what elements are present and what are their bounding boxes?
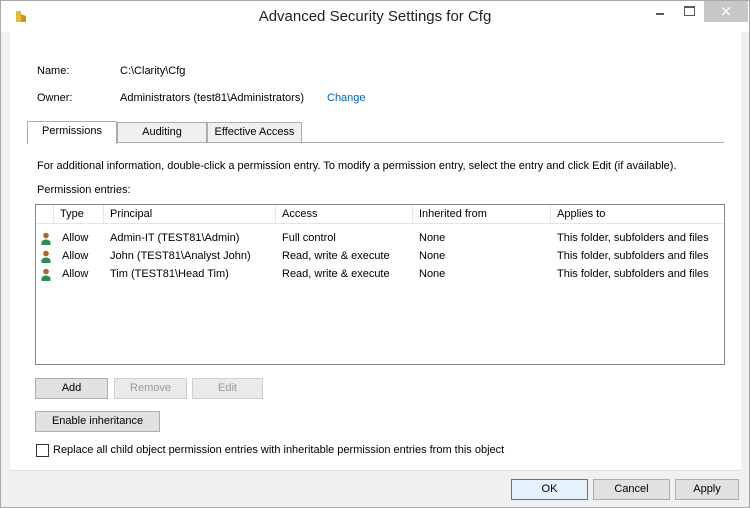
- cell-access: Read, write & execute: [282, 268, 390, 280]
- cell-applies-to: This folder, subfolders and files: [557, 268, 709, 280]
- column-principal[interactable]: Principal: [104, 205, 276, 224]
- user-icon: [41, 268, 51, 281]
- user-icon: [41, 232, 51, 245]
- name-label: Name:: [37, 65, 70, 77]
- tab-auditing[interactable]: Auditing: [117, 122, 207, 142]
- permission-entries-list[interactable]: Type Principal Access Inherited from App…: [35, 204, 725, 365]
- name-value: C:\Clarity\Cfg: [120, 65, 186, 77]
- table-row[interactable]: Allow Tim (TEST81\Head Tim) Read, write …: [36, 265, 724, 283]
- ok-button[interactable]: OK: [511, 479, 588, 500]
- replace-child-entries-checkbox[interactable]: [36, 444, 49, 457]
- cell-principal: Admin-IT (TEST81\Admin): [110, 232, 240, 244]
- column-icon: [36, 205, 54, 224]
- owner-label: Owner:: [37, 92, 73, 104]
- cell-type: Allow: [62, 232, 89, 244]
- column-inherited-from[interactable]: Inherited from: [413, 205, 551, 224]
- tab-permissions[interactable]: Permissions: [27, 121, 117, 144]
- cancel-button[interactable]: Cancel: [593, 479, 670, 500]
- cell-type: Allow: [62, 250, 89, 262]
- tab-effective-access[interactable]: Effective Access: [207, 122, 302, 142]
- owner-value: Administrators (test81\Administrators): [120, 92, 304, 104]
- table-row[interactable]: Allow John (TEST81\Analyst John) Read, w…: [36, 247, 724, 265]
- minimize-button[interactable]: [646, 1, 674, 22]
- apply-button[interactable]: Apply: [675, 479, 739, 500]
- enable-inheritance-button[interactable]: Enable inheritance: [35, 411, 160, 432]
- maximize-button[interactable]: [675, 1, 703, 22]
- cell-type: Allow: [62, 268, 89, 280]
- cell-inherited-from: None: [419, 232, 446, 244]
- cell-principal: John (TEST81\Analyst John): [110, 250, 251, 262]
- window-title: Advanced Security Settings for Cfg: [258, 8, 492, 25]
- list-header: Type Principal Access Inherited from App…: [36, 205, 724, 224]
- table-row[interactable]: Allow Admin-IT (TEST81\Admin) Full contr…: [36, 229, 724, 247]
- remove-button[interactable]: Remove: [114, 378, 187, 399]
- title-bar[interactable]: Advanced Security Settings for Cfg ×: [1, 1, 749, 32]
- close-button[interactable]: ×: [704, 1, 748, 22]
- cell-inherited-from: None: [419, 268, 446, 280]
- cell-applies-to: This folder, subfolders and files: [557, 250, 709, 262]
- cell-inherited-from: None: [419, 250, 446, 262]
- column-access[interactable]: Access: [276, 205, 413, 224]
- edit-button[interactable]: Edit: [192, 378, 263, 399]
- permission-entries-label: Permission entries:: [37, 184, 131, 196]
- cell-access: Read, write & execute: [282, 250, 390, 262]
- footer-divider: [10, 470, 741, 471]
- column-applies-to[interactable]: Applies to: [551, 205, 724, 224]
- user-icon: [41, 250, 51, 263]
- cell-applies-to: This folder, subfolders and files: [557, 232, 709, 244]
- column-type[interactable]: Type: [54, 205, 104, 224]
- close-icon: ×: [719, 2, 733, 20]
- cell-principal: Tim (TEST81\Head Tim): [110, 268, 229, 280]
- add-button[interactable]: Add: [35, 378, 108, 399]
- tab-strip-divider: [27, 142, 724, 143]
- change-owner-link[interactable]: Change: [327, 92, 366, 104]
- replace-child-entries-label[interactable]: Replace all child object permission entr…: [53, 444, 504, 456]
- dialog-window: Advanced Security Settings for Cfg × Nam…: [0, 0, 750, 508]
- cell-access: Full control: [282, 232, 336, 244]
- instructions-text: For additional information, double-click…: [37, 160, 677, 172]
